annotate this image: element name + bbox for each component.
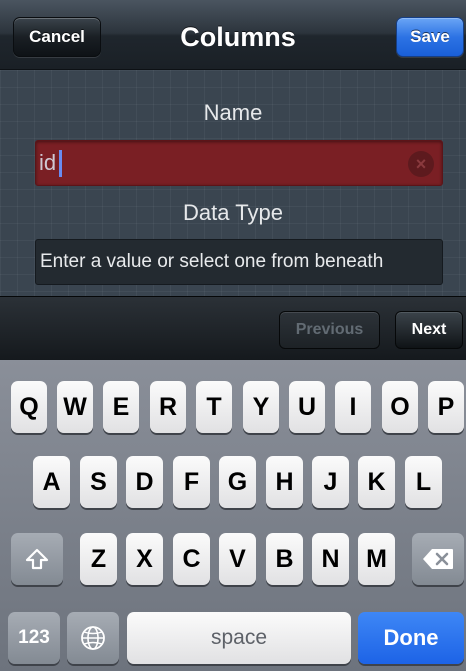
key-k[interactable]: K xyxy=(358,456,395,508)
name-value: id xyxy=(39,150,57,175)
key-p[interactable]: P xyxy=(428,381,464,433)
key-d[interactable]: D xyxy=(126,456,163,508)
clear-icon[interactable]: × xyxy=(408,151,434,177)
keyboard: Q W E R T Y U I O P A S D F G H J K L Z … xyxy=(0,360,466,671)
key-g[interactable]: G xyxy=(219,456,256,508)
name-label: Name xyxy=(203,100,263,125)
keyboard-accessory-toolbar: Previous Next xyxy=(0,296,466,360)
space-key[interactable]: space xyxy=(127,612,351,664)
key-n[interactable]: N xyxy=(312,533,349,585)
form-area: Name id × Data Type Enter a value or sel… xyxy=(0,70,466,296)
data-type-label: Data Type xyxy=(183,200,283,225)
shift-icon xyxy=(25,548,49,570)
cancel-button[interactable]: Cancel xyxy=(13,17,101,57)
key-l[interactable]: L xyxy=(405,456,442,508)
key-h[interactable]: H xyxy=(266,456,303,508)
backspace-icon xyxy=(423,549,453,569)
numbers-key[interactable]: 123 xyxy=(8,612,60,664)
key-x[interactable]: X xyxy=(126,533,163,585)
text-caret xyxy=(59,150,62,177)
key-i[interactable]: I xyxy=(335,381,371,433)
key-b[interactable]: B xyxy=(266,533,303,585)
navigation-bar: Cancel Columns Save xyxy=(0,0,466,70)
key-y[interactable]: Y xyxy=(243,381,279,433)
key-v[interactable]: V xyxy=(219,533,256,585)
done-key[interactable]: Done xyxy=(358,612,464,664)
page-title: Columns xyxy=(180,21,296,52)
next-button[interactable]: Next xyxy=(395,311,463,349)
data-type-field[interactable]: Enter a value or select one from beneath xyxy=(35,239,443,285)
key-j[interactable]: J xyxy=(312,456,349,508)
shift-key[interactable] xyxy=(11,533,63,585)
key-t[interactable]: T xyxy=(196,381,232,433)
key-m[interactable]: M xyxy=(358,533,395,585)
key-a[interactable]: A xyxy=(33,456,70,508)
key-o[interactable]: O xyxy=(382,381,418,433)
key-f[interactable]: F xyxy=(173,456,210,508)
key-s[interactable]: S xyxy=(80,456,117,508)
name-field[interactable]: id × xyxy=(35,140,443,186)
key-c[interactable]: C xyxy=(173,533,210,585)
backspace-key[interactable] xyxy=(412,533,464,585)
globe-key[interactable] xyxy=(67,612,119,664)
key-r[interactable]: R xyxy=(150,381,186,433)
key-u[interactable]: U xyxy=(289,381,325,433)
key-z[interactable]: Z xyxy=(80,533,117,585)
key-q[interactable]: Q xyxy=(11,381,47,433)
globe-icon xyxy=(81,626,105,650)
key-w[interactable]: W xyxy=(57,381,93,433)
save-button[interactable]: Save xyxy=(396,17,464,57)
previous-button[interactable]: Previous xyxy=(279,311,380,349)
key-e[interactable]: E xyxy=(103,381,139,433)
